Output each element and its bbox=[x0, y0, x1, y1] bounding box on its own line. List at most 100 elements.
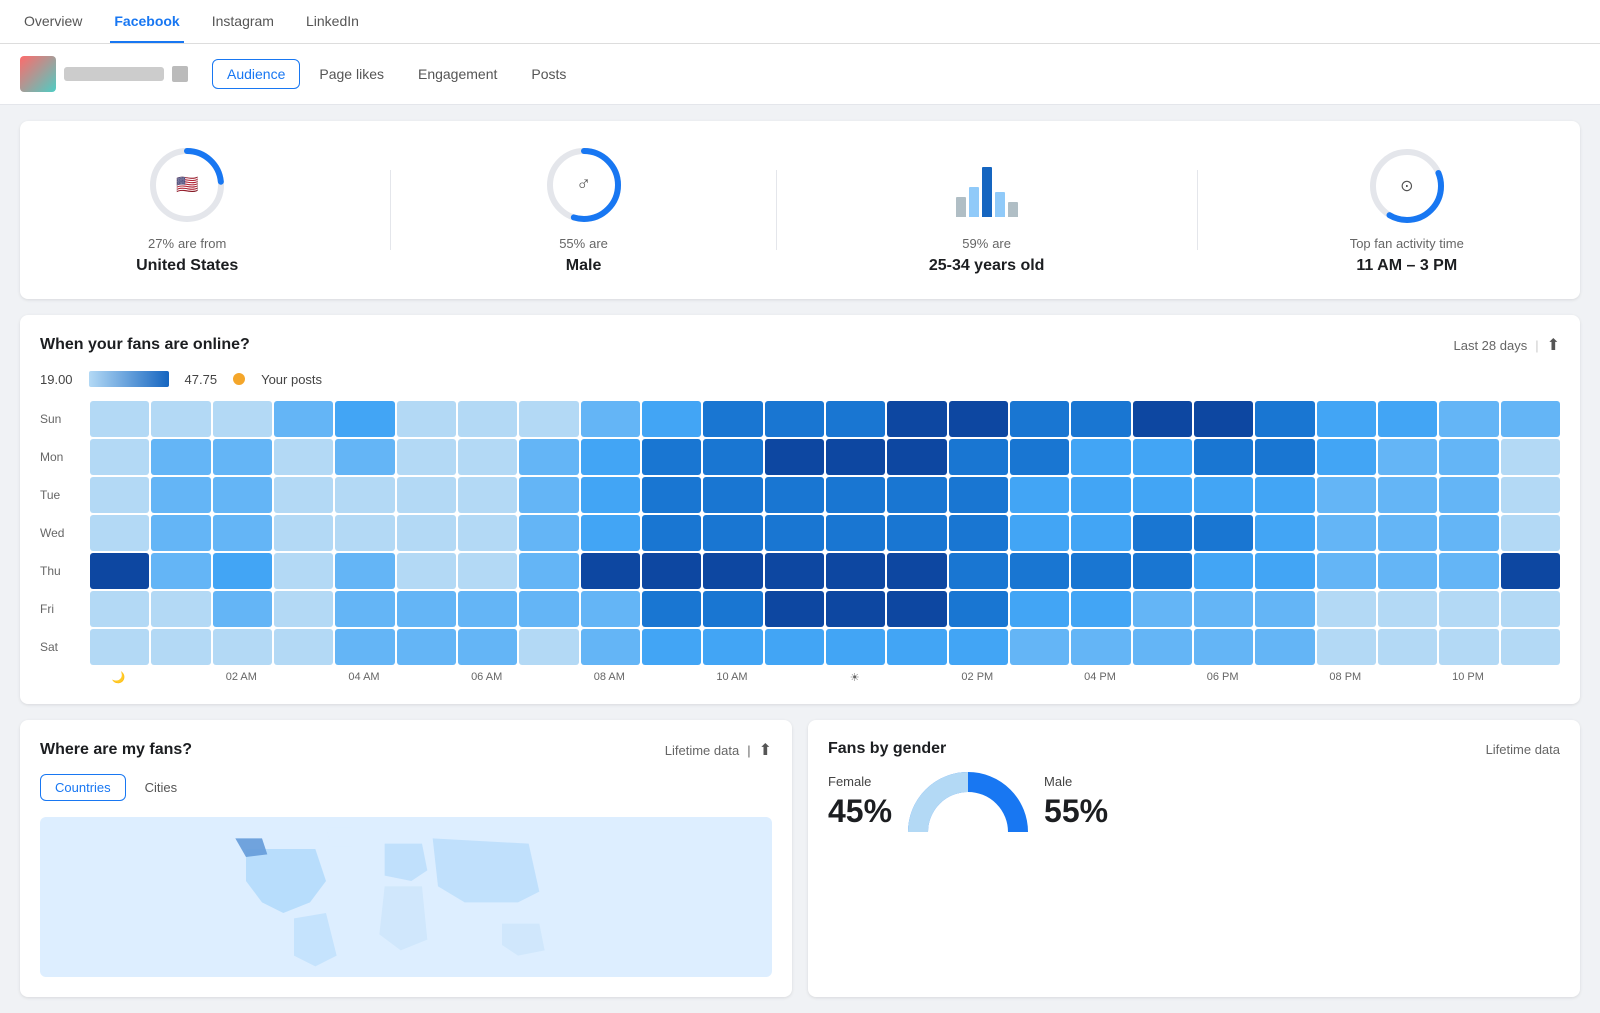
x-axis-label: 08 AM bbox=[579, 671, 640, 684]
heatmap-cell bbox=[703, 553, 762, 589]
logo-text bbox=[64, 67, 164, 81]
heatmap-cell bbox=[90, 515, 149, 551]
heatmap-cell bbox=[1439, 439, 1498, 475]
heatmap-cell bbox=[213, 629, 272, 665]
heatmap-cell bbox=[1378, 553, 1437, 589]
legend-max: 47.75 bbox=[185, 372, 218, 387]
heatmap-cell bbox=[519, 629, 578, 665]
heatmap-cell bbox=[519, 515, 578, 551]
tab-page-likes[interactable]: Page likes bbox=[304, 59, 399, 89]
heatmap-cell bbox=[581, 629, 640, 665]
tab-countries[interactable]: Countries bbox=[40, 774, 126, 801]
x-axis-label: 04 AM bbox=[333, 671, 394, 684]
heatmap-cell bbox=[703, 629, 762, 665]
heatmap-cell bbox=[1439, 591, 1498, 627]
top-navigation: Overview Facebook Instagram LinkedIn bbox=[0, 0, 1600, 44]
heatmap-cell bbox=[887, 401, 946, 437]
heatmap-wrapper: SunMonTueWedThuFriSat bbox=[40, 401, 1560, 665]
heatmap-cell bbox=[1439, 515, 1498, 551]
heatmap-cell bbox=[151, 629, 210, 665]
heatmap-cell bbox=[458, 515, 517, 551]
country-value: United States bbox=[136, 257, 238, 275]
male-pct: 55% bbox=[1044, 793, 1108, 830]
gender-circle: ♂ bbox=[544, 145, 624, 225]
heatmap-cell bbox=[1378, 515, 1437, 551]
heatmap-cell bbox=[826, 439, 885, 475]
heatmap-cell bbox=[1378, 629, 1437, 665]
heatmap-cell bbox=[765, 477, 824, 513]
heatmap-cell bbox=[213, 477, 272, 513]
heatmap-cell bbox=[642, 439, 701, 475]
heatmap-cell bbox=[1010, 591, 1069, 627]
heatmap-cell bbox=[949, 515, 1008, 551]
heatmap-cell bbox=[1194, 401, 1253, 437]
x-axis-label: 02 AM bbox=[211, 671, 272, 684]
nav-linkedin[interactable]: LinkedIn bbox=[302, 1, 363, 43]
upload-icon[interactable]: ⬆ bbox=[1547, 335, 1560, 355]
heatmap-cell bbox=[1010, 629, 1069, 665]
heatmap-cell bbox=[90, 591, 149, 627]
country-label: 27% are from bbox=[148, 235, 226, 251]
heatmap-cell bbox=[642, 591, 701, 627]
tab-audience[interactable]: Audience bbox=[212, 59, 300, 89]
x-axis-label: ☀ bbox=[824, 671, 885, 684]
x-axis-label bbox=[640, 671, 701, 684]
logo-image bbox=[20, 56, 56, 92]
chart-legend: 19.00 47.75 Your posts bbox=[40, 371, 1560, 387]
gender-label: 55% are bbox=[559, 235, 608, 251]
day-label-sun: Sun bbox=[40, 401, 88, 437]
page-logo bbox=[20, 56, 188, 92]
flag-icon: 🇺🇸 bbox=[176, 175, 198, 196]
heatmap-cell bbox=[887, 591, 946, 627]
where-fans-meta: Lifetime data | ⬆ bbox=[665, 740, 772, 760]
age-label: 59% are bbox=[962, 235, 1011, 251]
nav-instagram[interactable]: Instagram bbox=[208, 1, 278, 43]
where-fans-card: Where are my fans? Lifetime data | ⬆ Cou… bbox=[20, 720, 792, 997]
heatmap-cell bbox=[887, 629, 946, 665]
logo-settings-icon bbox=[172, 66, 188, 82]
divider-3 bbox=[1197, 170, 1198, 250]
female-label: Female bbox=[828, 774, 871, 789]
heatmap-cell bbox=[213, 553, 272, 589]
heatmap-cell bbox=[826, 553, 885, 589]
tab-engagement[interactable]: Engagement bbox=[403, 59, 512, 89]
divider-1 bbox=[390, 170, 391, 250]
nav-overview[interactable]: Overview bbox=[20, 1, 86, 43]
heatmap-cell bbox=[1071, 591, 1130, 627]
age-bars-icon bbox=[947, 145, 1027, 225]
x-axis-label: 08 PM bbox=[1315, 671, 1376, 684]
heatmap-cell bbox=[826, 515, 885, 551]
heatmap-cell bbox=[335, 439, 394, 475]
heatmap-cell bbox=[1010, 401, 1069, 437]
bottom-panels: Where are my fans? Lifetime data | ⬆ Cou… bbox=[20, 720, 1580, 997]
heatmap-cell bbox=[1501, 477, 1560, 513]
heatmap-cell bbox=[642, 629, 701, 665]
gender-title: Fans by gender bbox=[828, 740, 946, 758]
heatmap-cell bbox=[1194, 439, 1253, 475]
sub-tab-bar: Audience Page likes Engagement Posts bbox=[212, 59, 581, 89]
activity-value: 11 AM – 3 PM bbox=[1356, 257, 1457, 275]
day-label-fri: Fri bbox=[40, 591, 88, 627]
heatmap-cell bbox=[274, 591, 333, 627]
heatmap-cell bbox=[1071, 515, 1130, 551]
heatmap-cell bbox=[335, 591, 394, 627]
nav-facebook[interactable]: Facebook bbox=[110, 1, 183, 43]
heatmap-cell bbox=[581, 439, 640, 475]
heatmap-cell bbox=[765, 629, 824, 665]
heatmap-cell bbox=[949, 439, 1008, 475]
heatmap-cell bbox=[213, 401, 272, 437]
day-label-tue: Tue bbox=[40, 477, 88, 513]
heatmap-cell bbox=[765, 401, 824, 437]
where-upload-icon[interactable]: ⬆ bbox=[759, 740, 772, 760]
chart-period: Last 28 days bbox=[1453, 338, 1527, 353]
female-pct: 45% bbox=[828, 793, 892, 830]
gender-icon: ♂ bbox=[576, 174, 591, 197]
heatmap-cell bbox=[1439, 553, 1498, 589]
tab-cities[interactable]: Cities bbox=[130, 774, 193, 801]
heatmap-cell bbox=[1133, 477, 1192, 513]
heatmap-cell bbox=[397, 439, 456, 475]
gender-value: Male bbox=[566, 257, 602, 275]
heatmap-cell bbox=[213, 515, 272, 551]
heatmap-cell bbox=[335, 515, 394, 551]
tab-posts[interactable]: Posts bbox=[516, 59, 581, 89]
